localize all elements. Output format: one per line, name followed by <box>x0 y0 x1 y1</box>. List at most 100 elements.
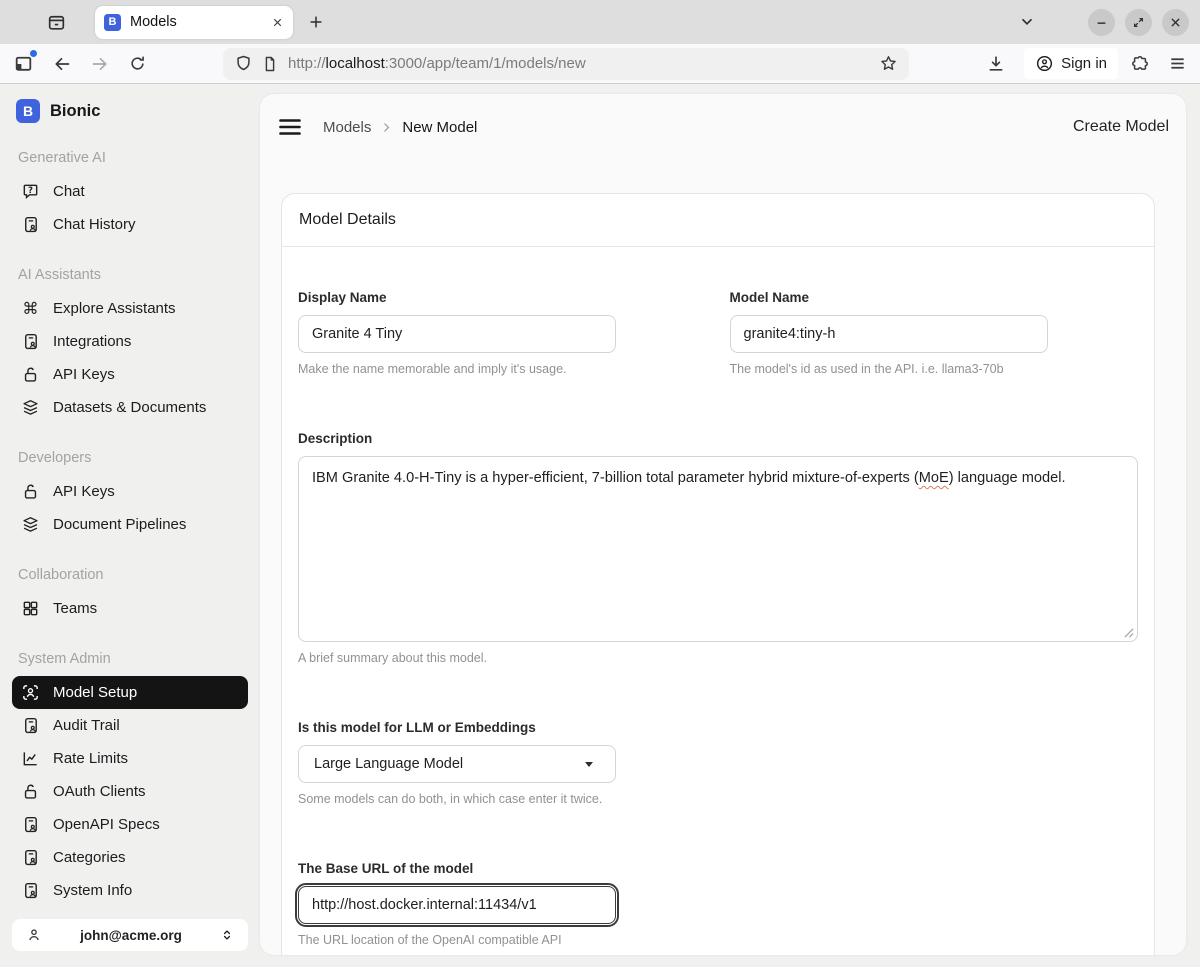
sidebar-toggle-icon[interactable] <box>13 53 34 74</box>
model-name-helper: The model's id as used in the API. i.e. … <box>730 363 1139 376</box>
page-icon[interactable] <box>261 55 279 73</box>
sidebar-item-label: Teams <box>53 600 97 617</box>
sidebar-item-explore-assistants[interactable]: Explore Assistants <box>12 292 248 325</box>
sidebar-item-audit-trail[interactable]: Audit Trail <box>12 709 248 742</box>
sidebar-item-rate-limits[interactable]: Rate Limits <box>12 742 248 775</box>
sign-in-label: Sign in <box>1061 55 1107 72</box>
main-wrap: Models New Model Create Model Model Deta… <box>260 84 1200 967</box>
sign-in-button[interactable]: Sign in <box>1024 48 1118 79</box>
user-email: john@acme.org <box>43 928 219 943</box>
sidebar-item-openapi-specs[interactable]: OpenAPI Specs <box>12 808 248 841</box>
sidebar-item-label: Rate Limits <box>53 750 128 767</box>
sidebar-item-label: Document Pipelines <box>53 516 186 533</box>
description-text: ) language model. <box>949 470 1066 486</box>
breadcrumb-models-link[interactable]: Models <box>323 119 371 136</box>
display-name-input[interactable] <box>298 315 616 353</box>
sidebar-item-chat-history[interactable]: Chat History <box>12 208 248 241</box>
display-name-group: Display Name Make the name memorable and… <box>298 291 707 376</box>
forward-icon <box>90 54 110 74</box>
bookmark-star-icon[interactable] <box>879 54 898 73</box>
browser-titlebar: B Models <box>0 0 1200 44</box>
user-account-selector[interactable]: john@acme.org <box>12 919 248 951</box>
model-name-input[interactable] <box>730 315 1048 353</box>
minimize-icon[interactable] <box>1088 9 1115 36</box>
sidebar-item-label: Integrations <box>53 333 131 350</box>
layers-icon <box>21 515 40 534</box>
name-fields-row: Display Name Make the name memorable and… <box>298 291 1138 376</box>
base-url-label: The Base URL of the model <box>298 862 1138 876</box>
sidebar-section-developers: Developers API Keys Document Pipelines <box>12 451 248 541</box>
sidebar-item-label: API Keys <box>53 366 115 383</box>
firefox-view-icon[interactable] <box>46 12 67 33</box>
download-icon[interactable] <box>986 54 1006 74</box>
sidebar-item-api-keys-dev[interactable]: API Keys <box>12 475 248 508</box>
grid-icon <box>21 599 40 618</box>
browser-toolbar: http://localhost:3000/app/team/1/models/… <box>0 44 1200 84</box>
create-model-button[interactable]: Create Model <box>1073 118 1169 136</box>
close-window-icon[interactable] <box>1162 9 1189 36</box>
section-title: AI Assistants <box>12 268 248 283</box>
sidebar-item-oauth-clients[interactable]: OAuth Clients <box>12 775 248 808</box>
logo-text: Bionic <box>50 102 100 121</box>
sidebar-item-label: Categories <box>53 849 126 866</box>
url-protocol: http:// <box>288 55 326 72</box>
document-icon <box>21 215 40 234</box>
model-type-label: Is this model for LLM or Embeddings <box>298 721 1138 735</box>
sidebar-item-model-setup[interactable]: Model Setup <box>12 676 248 709</box>
model-details-card: Model Details Display Name Make the name… <box>281 193 1155 955</box>
sidebar: B Bionic Generative AI Chat Chat History… <box>0 84 260 967</box>
url-host: localhost <box>326 55 385 72</box>
back-icon[interactable] <box>52 54 72 74</box>
browser-tab[interactable]: B Models <box>95 6 293 39</box>
new-tab-icon[interactable] <box>307 13 325 31</box>
url-path: :3000/app/team/1/models/new <box>385 55 586 72</box>
shield-icon[interactable] <box>234 54 253 73</box>
menu-icon[interactable] <box>1168 54 1187 73</box>
url-text: http://localhost:3000/app/team/1/models/… <box>288 55 879 72</box>
sidebar-item-system-info[interactable]: System Info <box>12 874 248 907</box>
chat-icon <box>21 182 40 201</box>
reload-icon[interactable] <box>128 54 147 73</box>
lock-open-icon <box>21 782 40 801</box>
sidebar-item-api-keys[interactable]: API Keys <box>12 358 248 391</box>
model-type-select[interactable]: Large Language Model <box>298 745 616 783</box>
resize-handle[interactable] <box>1123 627 1134 638</box>
command-icon <box>21 299 40 318</box>
sidebar-item-integrations[interactable]: Integrations <box>12 325 248 358</box>
select-caret-icon <box>585 762 593 767</box>
sidebar-item-categories[interactable]: Categories <box>12 841 248 874</box>
account-icon <box>1035 54 1054 73</box>
sidebar-item-label: OAuth Clients <box>53 783 146 800</box>
chevron-right-icon <box>380 121 393 134</box>
app-logo: B Bionic <box>12 98 248 124</box>
breadcrumb-current: New Model <box>402 119 477 136</box>
sidebar-item-teams[interactable]: Teams <box>12 592 248 625</box>
hamburger-menu-icon[interactable] <box>277 114 303 140</box>
sidebar-item-chat[interactable]: Chat <box>12 175 248 208</box>
card-title: Model Details <box>282 194 1154 247</box>
tab-title: Models <box>130 14 271 30</box>
sidebar-item-label: Chat <box>53 183 85 200</box>
section-title: Developers <box>12 451 248 466</box>
description-helper: A brief summary about this model. <box>298 652 1138 665</box>
model-type-value: Large Language Model <box>314 756 463 772</box>
sidebar-item-label: Chat History <box>53 216 136 233</box>
model-name-label: Model Name <box>730 291 1139 305</box>
close-tab-icon[interactable] <box>271 16 284 29</box>
sidebar-section-collaboration: Collaboration Teams <box>12 568 248 625</box>
tab-list-chevron-icon[interactable] <box>1018 13 1036 31</box>
sidebar-item-document-pipelines[interactable]: Document Pipelines <box>12 508 248 541</box>
sidebar-item-label: OpenAPI Specs <box>53 816 160 833</box>
notification-dot <box>30 50 37 57</box>
extensions-puzzle-icon[interactable] <box>1130 54 1150 74</box>
description-misspelled-word: MoE <box>919 470 949 486</box>
description-textarea[interactable]: IBM Granite 4.0-H-Tiny is a hyper-effici… <box>298 456 1138 642</box>
person-icon <box>25 926 43 944</box>
display-name-label: Display Name <box>298 291 707 305</box>
model-type-group: Is this model for LLM or Embeddings Larg… <box>298 721 1138 806</box>
sidebar-item-datasets-documents[interactable]: Datasets & Documents <box>12 391 248 424</box>
url-bar[interactable]: http://localhost:3000/app/team/1/models/… <box>223 48 909 80</box>
maximize-icon[interactable] <box>1125 9 1152 36</box>
sidebar-item-label: Audit Trail <box>53 717 120 734</box>
base-url-input[interactable] <box>298 886 616 924</box>
